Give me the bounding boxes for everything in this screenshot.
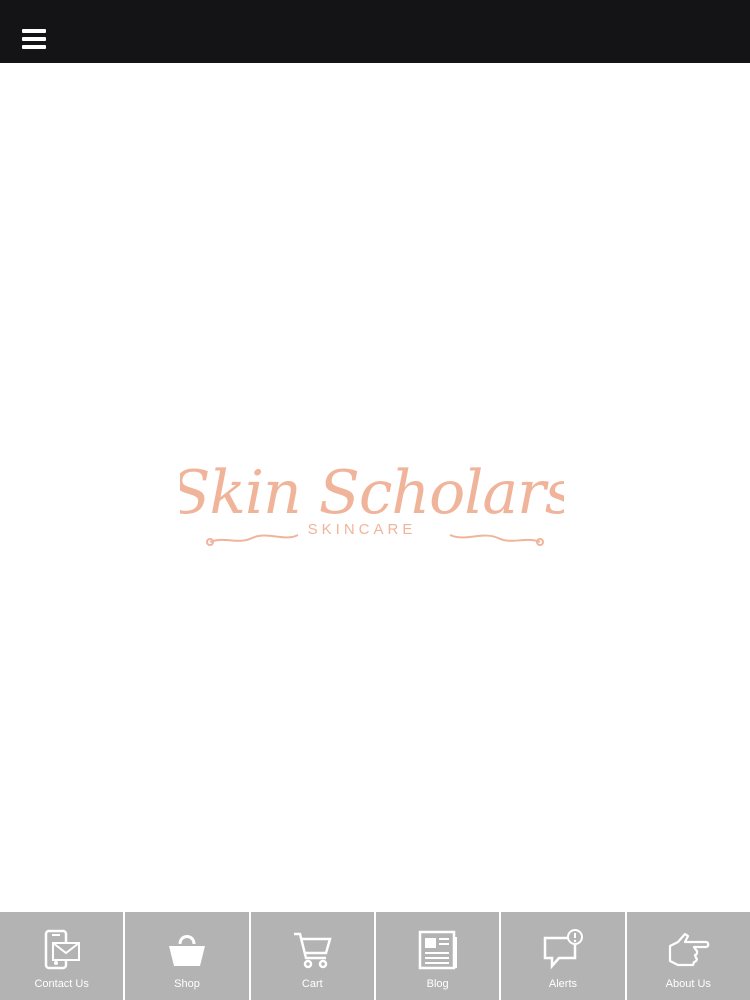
tab-alerts[interactable]: Alerts <box>501 912 627 1000</box>
tab-blog[interactable]: Blog <box>376 912 502 1000</box>
tab-label: About Us <box>665 978 711 990</box>
top-bar <box>0 0 750 63</box>
hamburger-menu-icon[interactable] <box>16 22 52 58</box>
tab-shop[interactable]: Shop <box>125 912 251 1000</box>
contact-phone-envelope-icon <box>44 929 80 970</box>
tab-label: Shop <box>174 978 200 990</box>
tab-cart[interactable]: Cart <box>251 912 376 1000</box>
tab-label: Blog <box>426 978 449 990</box>
tab-contact-us[interactable]: Contact Us <box>0 912 126 1000</box>
pointing-hand-icon <box>669 932 710 967</box>
tab-label: Cart <box>301 978 323 990</box>
logo-subtitle: SKINCARE <box>308 521 417 538</box>
newspaper-icon <box>418 930 457 970</box>
logo-title: Skin Scholars <box>180 458 564 528</box>
main-content: Skin Scholars SKINCARE <box>0 63 750 912</box>
tab-label: Alerts <box>548 978 578 990</box>
shopping-bag-icon <box>168 935 205 966</box>
shopping-cart-icon <box>294 932 332 969</box>
brand-logo: Skin Scholars SKINCARE <box>180 435 564 565</box>
tab-about-us[interactable]: About Us <box>627 912 750 1000</box>
tab-label: Contact Us <box>34 978 89 990</box>
bottom-tab-bar: Contact Us Shop Cart Blog Alerts About U… <box>0 912 750 1000</box>
alert-speech-bubble-icon <box>543 929 583 970</box>
